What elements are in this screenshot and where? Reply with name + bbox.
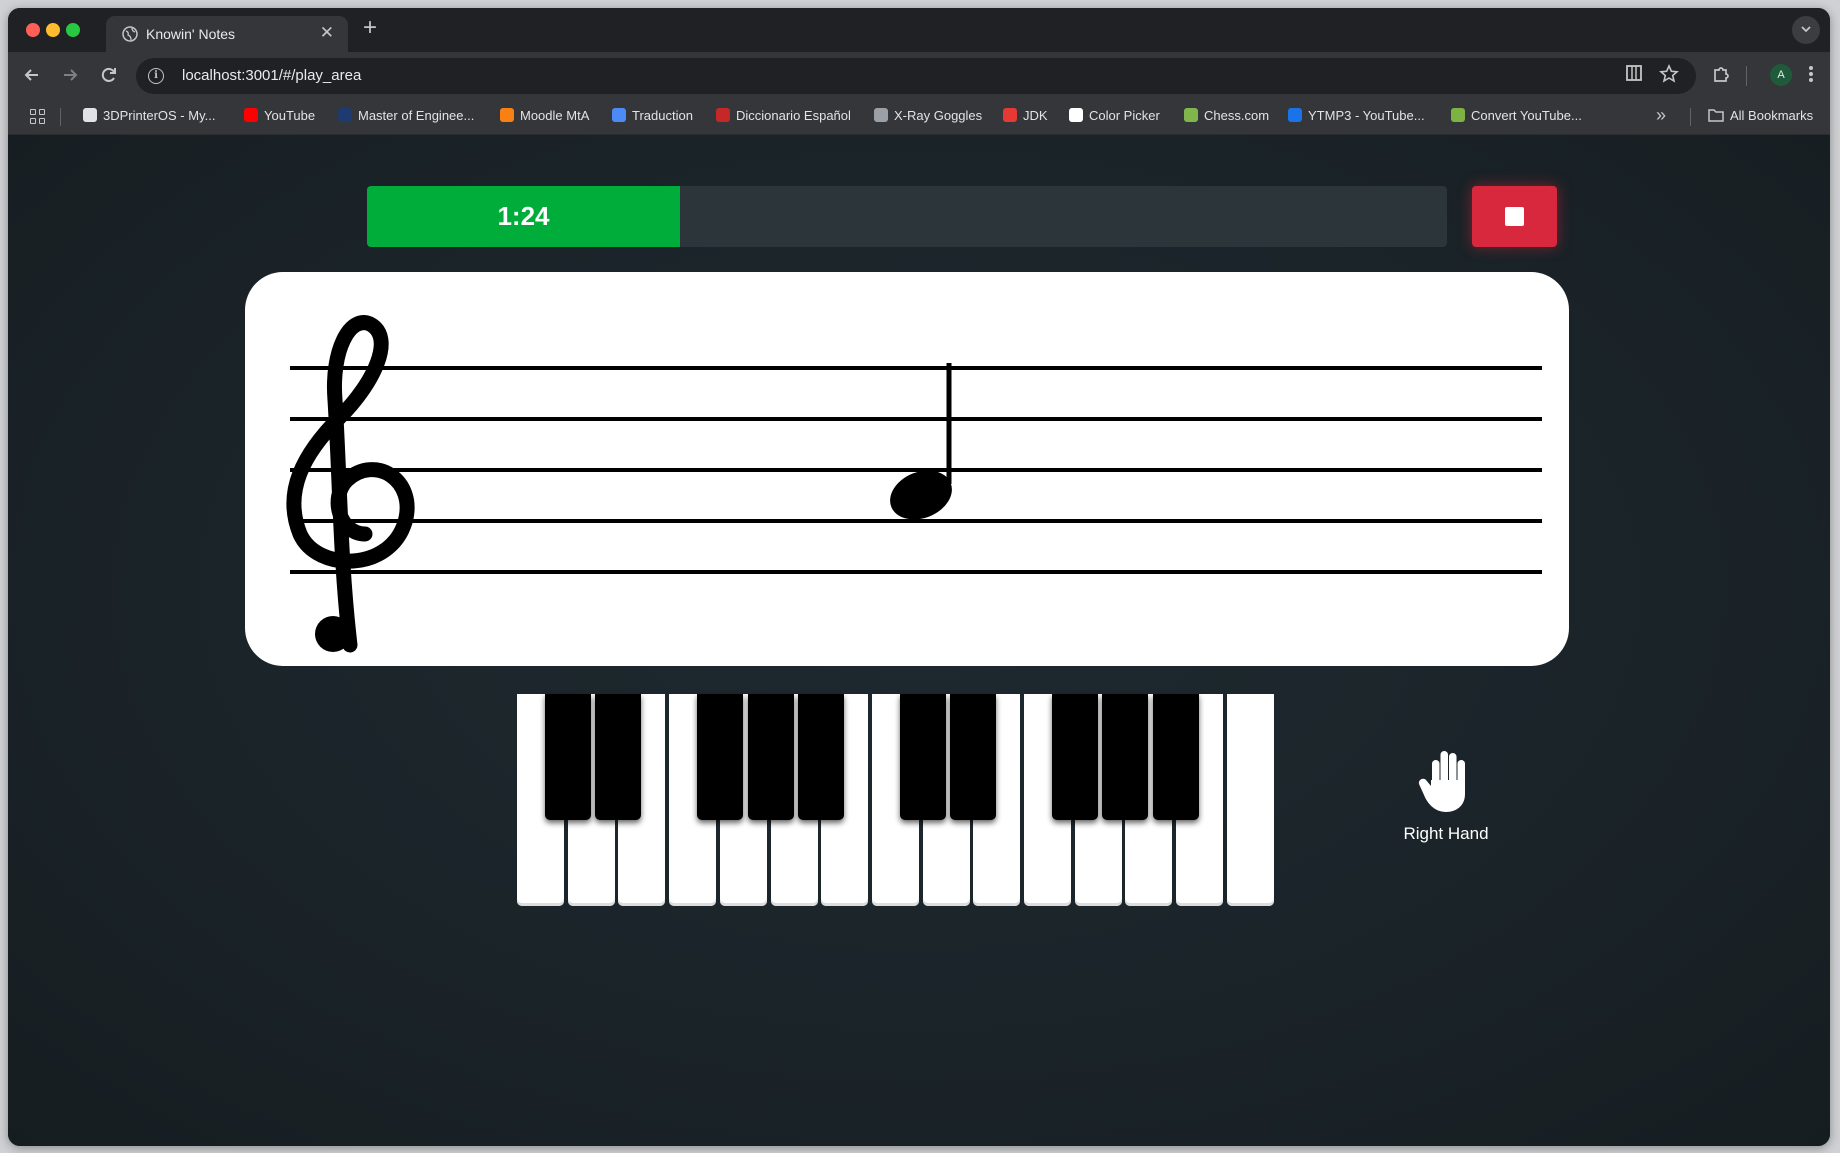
piano-black-key[interactable]: [1153, 694, 1199, 820]
bookmark-label: Moodle MtA: [520, 108, 590, 123]
piano-black-key[interactable]: [1052, 694, 1098, 820]
piano-black-key[interactable]: [748, 694, 794, 820]
reload-icon[interactable]: [99, 65, 119, 85]
minimize-window-button[interactable]: [46, 23, 60, 37]
quarter-note-icon: [890, 363, 952, 520]
back-arrow-icon[interactable]: [22, 65, 42, 85]
treble-clef-icon: [286, 315, 415, 653]
bookmark-item[interactable]: YouTube: [244, 108, 315, 123]
bookmark-label: Traduction: [632, 108, 693, 123]
all-bookmarks-label: All Bookmarks: [1730, 108, 1814, 123]
bookmark-label: Chess.com: [1204, 108, 1270, 123]
address-bar[interactable]: i localhost:3001/#/play_area: [136, 58, 1696, 94]
download-arrow-icon: [1451, 108, 1465, 122]
tab-search-button[interactable]: [1792, 16, 1820, 44]
bookmark-label: Diccionario Español: [736, 108, 851, 123]
tab-title: Knowin' Notes: [146, 26, 236, 42]
browser-window: Knowin' Notes ✕ + i localhost:3001/#/pla…: [8, 8, 1830, 1146]
more-bookmarks-icon[interactable]: »: [1656, 105, 1666, 126]
piano-black-key[interactable]: [1102, 694, 1148, 820]
bookmark-item[interactable]: X-Ray Goggles: [874, 108, 982, 123]
bookmark-label: JDK: [1023, 108, 1048, 123]
bookmark-label: Color Picker: [1089, 108, 1160, 123]
timer-progress-bar: 1:24: [367, 186, 1447, 247]
forward-arrow-icon[interactable]: [60, 65, 80, 85]
bookmark-item[interactable]: JDK: [1003, 108, 1048, 123]
bookmark-divider: [1690, 108, 1691, 126]
profile-avatar[interactable]: A: [1770, 64, 1792, 86]
apps-grid-icon[interactable]: [30, 109, 46, 125]
bookmark-label: Convert YouTube...: [1471, 108, 1582, 123]
stop-button[interactable]: [1472, 186, 1557, 247]
piano-black-key[interactable]: [950, 694, 996, 820]
google-icon: [1069, 108, 1083, 122]
moodle-icon: [500, 108, 514, 122]
bookmark-item[interactable]: Color Picker: [1069, 108, 1160, 123]
bookmark-item[interactable]: 3DPrinterOS - My...: [83, 108, 215, 123]
bookmark-label: YouTube: [264, 108, 316, 123]
chess-pawn-icon: [1184, 108, 1198, 122]
active-tab[interactable]: Knowin' Notes ✕: [106, 16, 348, 52]
stop-square-icon: [1505, 207, 1524, 226]
hand-icon: [1418, 751, 1465, 812]
youtube-icon: [244, 108, 258, 122]
hand-label: Right Hand: [1403, 824, 1489, 843]
close-tab-icon[interactable]: ✕: [320, 24, 334, 42]
timer-label: 1:24: [497, 201, 550, 231]
reading-mode-icon[interactable]: [1625, 64, 1643, 82]
music-staff-card: [245, 272, 1569, 666]
browser-toolbar: i localhost:3001/#/play_area A: [8, 52, 1830, 100]
folder-icon: [1708, 109, 1724, 122]
bookmark-label: 3DPrinterOS - My...: [103, 108, 216, 123]
tab-strip: Knowin' Notes ✕ +: [8, 8, 1830, 52]
translate-icon: [612, 108, 626, 122]
university-icon: [338, 108, 352, 122]
url-text[interactable]: localhost:3001/#/play_area: [182, 67, 361, 84]
staff-lines: [290, 366, 1542, 574]
oracle-icon: [1003, 108, 1017, 122]
new-tab-button[interactable]: +: [363, 16, 377, 40]
close-window-button[interactable]: [26, 23, 40, 37]
piano-black-key[interactable]: [900, 694, 946, 820]
piano-black-key[interactable]: [798, 694, 844, 820]
bookmark-divider: [60, 108, 61, 126]
bookmark-label: X-Ray Goggles: [894, 108, 983, 123]
bookmark-item[interactable]: Master of Enginee...: [338, 108, 474, 123]
bookmark-item[interactable]: Diccionario Español: [716, 108, 851, 123]
globe-icon: [122, 26, 138, 42]
bookmark-item[interactable]: Convert YouTube...: [1451, 108, 1582, 123]
printer-os-icon: [83, 108, 97, 122]
piano-keyboard: [517, 694, 1277, 908]
bookmark-item[interactable]: YTMP3 - YouTube...: [1288, 108, 1425, 123]
maximize-window-button[interactable]: [66, 23, 80, 37]
toolbar-divider: [1746, 66, 1747, 86]
piano-white-key[interactable]: [1227, 694, 1274, 906]
bookmark-item[interactable]: Chess.com: [1184, 108, 1269, 123]
extensions-puzzle-icon[interactable]: [1711, 64, 1731, 84]
piano-black-key[interactable]: [595, 694, 641, 820]
piano-black-key[interactable]: [697, 694, 743, 820]
rae-icon: [716, 108, 730, 122]
bookmark-item[interactable]: Traduction: [612, 108, 693, 123]
globe-icon: [874, 108, 888, 122]
music-staff: [286, 315, 1542, 653]
more-options-icon[interactable]: [1808, 64, 1814, 84]
hand-selector[interactable]: Right Hand: [1386, 748, 1506, 848]
piano-black-key[interactable]: [545, 694, 591, 820]
all-bookmarks-folder[interactable]: All Bookmarks: [1708, 108, 1813, 123]
play-area: 1:24 Right Hand: [8, 135, 1830, 1146]
bookmark-label: Master of Enginee...: [358, 108, 475, 123]
bookmark-item[interactable]: Moodle MtA: [500, 108, 589, 123]
site-info-icon[interactable]: i: [148, 68, 164, 84]
ytmp3-icon: [1288, 108, 1302, 122]
bookmark-star-icon[interactable]: [1659, 64, 1679, 84]
chevron-down-icon: [1801, 26, 1811, 33]
bookmarks-bar: 3DPrinterOS - My... YouTube Master of Engi…: [8, 100, 1830, 135]
bookmark-label: YTMP3 - YouTube...: [1308, 108, 1425, 123]
